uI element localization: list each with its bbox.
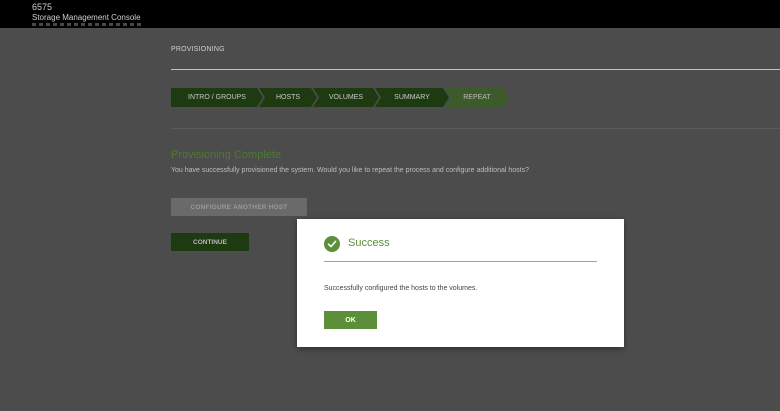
configure-another-host-button[interactable]: CONFIGURE ANOTHER HOST <box>171 198 307 216</box>
app-title: Storage Management Console <box>32 13 141 22</box>
wizard-step-hosts[interactable]: HOSTS <box>259 88 317 107</box>
content-divider <box>171 128 780 129</box>
wizard-step-label: REPEAT <box>463 94 491 101</box>
check-mark <box>327 240 337 248</box>
top-bar: 6575 Storage Management Console <box>0 0 780 28</box>
dialog-message: Successfully configured the hosts to the… <box>324 285 478 292</box>
continue-button[interactable]: CONTINUE <box>171 233 249 251</box>
success-dialog: Success Successfully configured the host… <box>297 219 624 347</box>
wizard-step-summary[interactable]: SUMMARY <box>375 88 449 107</box>
wizard-step-volumes[interactable]: VOLUMES <box>313 88 379 107</box>
check-circle-icon <box>324 236 340 252</box>
wizard-step-label: HOSTS <box>275 94 301 101</box>
model-number: 6575 <box>32 2 53 12</box>
wizard-step-intro-groups[interactable]: INTRO / GROUPS <box>171 88 263 107</box>
wizard-step-label: VOLUMES <box>328 94 364 101</box>
dialog-divider <box>324 261 597 262</box>
ok-button[interactable]: OK <box>324 311 377 329</box>
wizard-step-label: INTRO / GROUPS <box>188 94 246 101</box>
wizard-step-label: SUMMARY <box>394 94 430 101</box>
section-divider <box>171 69 780 70</box>
section-title: PROVISIONING <box>171 46 225 53</box>
app-subtitle-blurred <box>32 23 142 26</box>
provisioning-complete-title: Provisioning Complete <box>171 149 282 161</box>
provisioning-complete-text: You have successfully provisioned the sy… <box>171 167 529 174</box>
dialog-title: Success <box>348 237 390 249</box>
wizard-step-repeat[interactable]: REPEAT <box>445 88 509 107</box>
